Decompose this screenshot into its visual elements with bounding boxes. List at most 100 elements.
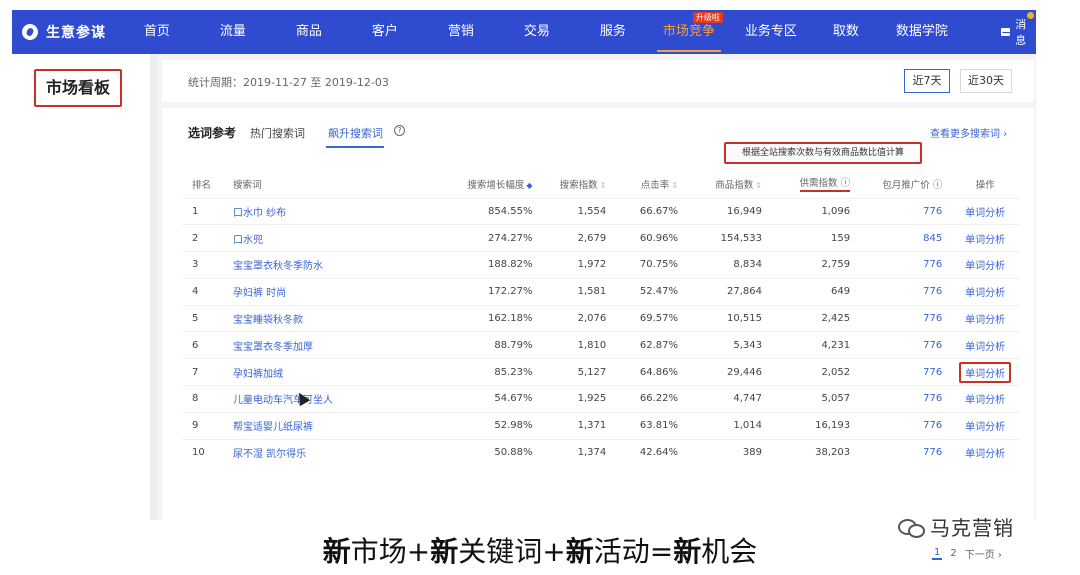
cell-action[interactable]: 单词分析 <box>950 277 1020 306</box>
cell-search-index: 1,371 <box>540 411 615 440</box>
cell-search-index: 1,810 <box>540 331 615 359</box>
active-tab-indicator <box>326 146 384 148</box>
col-search-index[interactable]: 搜索指数 ⇕ <box>541 170 615 198</box>
cell-keyword-link[interactable]: 孕妇裤 时尚 <box>222 277 408 306</box>
table-header-row: 排名 搜索词 搜索增长幅度 ◆ 搜索指数 ⇕ 点击率 ⇕ 商品指数 ⇕ 供需指数 ⓘ 包… <box>182 170 1020 198</box>
cell-rank: 3 <box>182 251 223 279</box>
help-icon: ⓘ <box>929 179 943 191</box>
nav-item[interactable]: 营销 <box>423 10 499 54</box>
nav-item[interactable]: 服务 <box>575 10 651 54</box>
cell-keyword-link[interactable]: 帮宝适婴儿纸尿裤 <box>222 411 408 440</box>
cell-monthly-price[interactable]: 776 <box>858 358 951 386</box>
cell-keyword-link[interactable]: 口水巾 纱布 <box>222 197 408 225</box>
sort-icon: ⇕ <box>599 180 607 190</box>
nav-item-label: 客户 <box>371 24 398 39</box>
cell-search-index: 1,925 <box>540 385 615 413</box>
cell-action[interactable]: 单词分析 <box>950 385 1020 413</box>
cell-monthly-price[interactable]: 776 <box>858 331 951 359</box>
col-growth-label: 搜索增长幅度 <box>467 179 525 191</box>
col-monthly-price[interactable]: 包月推广价 ⓘ <box>858 170 950 198</box>
period-label: 统计周期：2019-11-27 至 2019-12-03 <box>188 76 389 89</box>
cell-monthly-price[interactable]: 776 <box>858 251 951 279</box>
cell-monthly-price[interactable]: 776 <box>858 411 951 440</box>
cell-growth: 854.55% <box>407 197 541 225</box>
message-link[interactable]: 消息 <box>1000 16 1036 48</box>
cell-keyword-link[interactable]: 孕妇裤加绒 <box>222 358 408 386</box>
caption-part: 市场+ <box>350 535 431 568</box>
cell-action[interactable]: 单词分析 <box>950 304 1020 332</box>
cell-rank: 6 <box>182 331 223 359</box>
cell-action[interactable]: 单词分析 <box>950 438 1020 466</box>
sort-desc-icon: ◆ <box>526 180 533 190</box>
cell-goods-index: 8,834 <box>685 251 770 279</box>
cell-keyword-link[interactable]: 口水兜 <box>222 224 408 252</box>
notification-dot <box>1027 12 1034 19</box>
brand-name: 生意参谋 <box>46 25 106 41</box>
cell-monthly-price[interactable]: 776 <box>858 304 951 332</box>
col-search-label: 搜索指数 <box>559 179 598 191</box>
cell-supply-index: 649 <box>769 277 859 306</box>
tab-rising-keywords[interactable]: 飙升搜索词 <box>328 125 383 141</box>
last-30-days-button[interactable]: 近30天 <box>960 69 1012 93</box>
watermark-text: 马克营销 <box>930 516 1014 540</box>
cell-search-index: 1,581 <box>540 277 615 306</box>
cell-action[interactable]: 单词分析 <box>950 358 1020 386</box>
nav-item-label: 市场竞争 <box>662 24 715 39</box>
tab-hot-keywords[interactable]: 热门搜索词 <box>250 125 305 141</box>
upgrade-badge: 升级啦 <box>692 12 723 23</box>
table-row: 4 孕妇裤 时尚 172.27% 1,581 52.47% 27,864 649 776 单词分… <box>182 277 1020 306</box>
caption-part: 活动= <box>593 535 674 568</box>
nav-item[interactable]: 商品 <box>271 10 347 54</box>
brand[interactable]: 生意参谋 <box>12 22 119 42</box>
cell-goods-index: 4,747 <box>685 385 770 413</box>
sidebar-item-market-board[interactable]: 市场看板 <box>34 69 122 107</box>
table-row: 5 宝宝睡袋秋冬款 162.18% 2,076 69.57% 10,515 2,425 776… <box>182 304 1020 332</box>
cell-search-index: 1,972 <box>540 251 615 279</box>
cell-action[interactable]: 单词分析 <box>950 251 1020 279</box>
nav-item[interactable]: 数据学院 <box>877 10 967 54</box>
nav-item[interactable]: 市场竞争 升级啦 <box>651 10 727 54</box>
cell-monthly-price[interactable]: 776 <box>858 385 951 413</box>
cell-keyword-link[interactable]: 宝宝睡袋秋冬款 <box>222 304 408 332</box>
cell-action[interactable]: 单词分析 <box>950 411 1020 440</box>
cell-action[interactable]: 单词分析 <box>950 197 1020 225</box>
cell-goods-index: 389 <box>685 438 770 466</box>
col-goods-index[interactable]: 商品指数 ⇕ <box>686 170 770 198</box>
cell-keyword-link[interactable]: 宝宝罩衣冬季加厚 <box>222 331 408 359</box>
last-7-days-button[interactable]: 近7天 <box>904 69 950 93</box>
nav-item[interactable]: 客户 <box>347 10 423 54</box>
table-body: 1 口水巾 纱布 854.55% 1,554 66.67% 16,949 1,096 776 单… <box>182 197 1020 466</box>
nav-item[interactable]: 首页 <box>119 10 195 54</box>
nav-item[interactable]: 取数 <box>815 10 877 54</box>
cell-monthly-price[interactable]: 776 <box>858 438 951 466</box>
cell-monthly-price[interactable]: 776 <box>858 277 951 306</box>
col-growth[interactable]: 搜索增长幅度 ◆ <box>407 170 540 198</box>
cell-action[interactable]: 单词分析 <box>950 224 1020 252</box>
cell-ctr: 42.64% <box>614 438 686 466</box>
cell-monthly-price[interactable]: 845 <box>858 224 951 252</box>
cell-supply-index: 1,096 <box>769 197 859 225</box>
col-ctr[interactable]: 点击率 ⇕ <box>614 170 686 198</box>
cell-search-index: 1,554 <box>540 197 615 225</box>
cell-keyword-link[interactable]: 儿童电动车汽车可坐人 <box>222 385 408 413</box>
nav-item[interactable]: 交易 <box>499 10 575 54</box>
help-icon[interactable]: ? <box>394 125 405 136</box>
cell-action[interactable]: 单词分析 <box>950 331 1020 359</box>
cell-rank: 9 <box>182 411 223 440</box>
cell-keyword-link[interactable]: 宝宝罩衣秋冬季防水 <box>222 251 408 279</box>
cell-goods-index: 29,446 <box>685 358 770 386</box>
nav-items: 首页 流量 商品 客户 营销 交易 服务 市场竞争 升级啦 业务专区 取数 数据学院 <box>119 10 967 54</box>
cell-keyword-link[interactable]: 尿不湿 凯尔得乐 <box>222 438 408 466</box>
cell-goods-index: 27,864 <box>685 277 770 306</box>
cell-monthly-price[interactable]: 776 <box>858 197 951 225</box>
col-supply-index[interactable]: 供需指数 ⓘ <box>770 170 858 198</box>
more-keywords-link[interactable]: 查看更多搜索词 › <box>930 125 1007 140</box>
word-analysis-button-highlight[interactable]: 单词分析 <box>959 361 1012 383</box>
nav-item[interactable]: 流量 <box>195 10 271 54</box>
col-price-label: 包月推广价 <box>882 179 930 191</box>
nav-item[interactable]: 业务专区 <box>727 10 815 54</box>
help-icon: ⓘ <box>837 178 851 190</box>
table-row: 3 宝宝罩衣秋冬季防水 188.82% 1,972 70.75% 8,834 2,759 77… <box>182 251 1020 279</box>
cell-growth: 172.27% <box>407 277 541 306</box>
keyword-panel: 选词参考 热门搜索词 飙升搜索词 ? 查看更多搜索词 › 根据全站搜索次数与有效… <box>162 108 1034 561</box>
